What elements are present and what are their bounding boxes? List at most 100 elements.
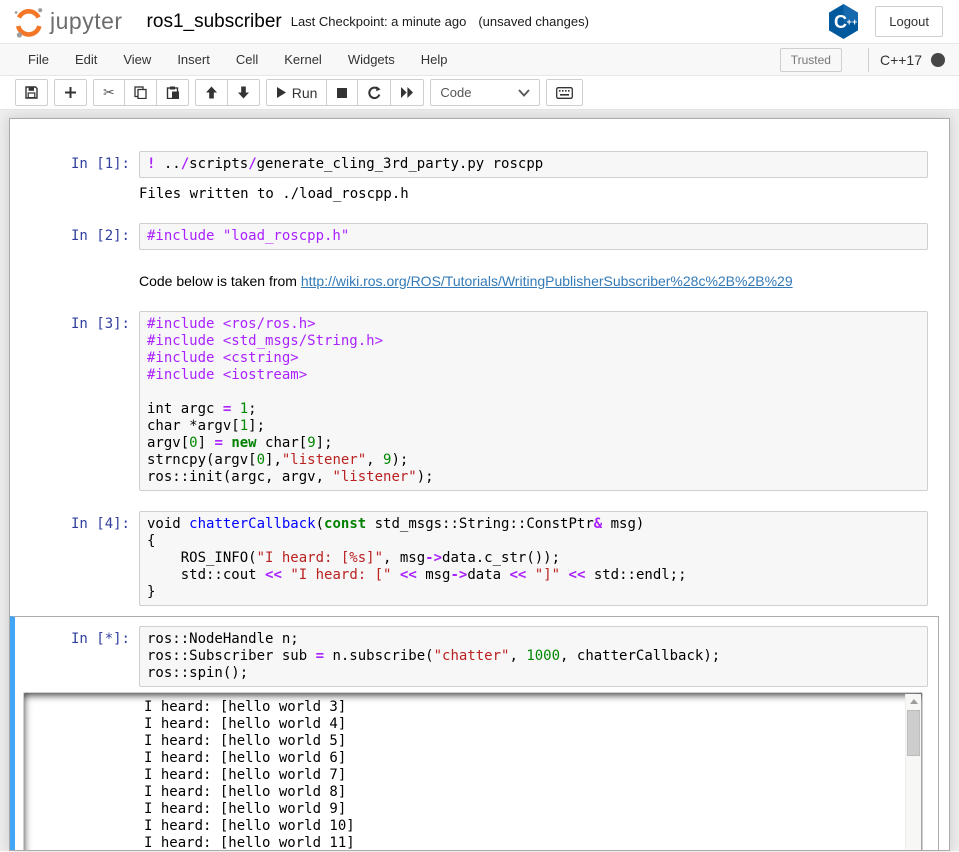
code-token: ); — [391, 452, 408, 468]
paste-icon — [166, 86, 179, 99]
code-token — [391, 567, 399, 583]
code-token: = — [214, 435, 222, 451]
move-cell-up-button[interactable] — [195, 79, 228, 106]
restart-kernel-button[interactable] — [357, 79, 391, 106]
markdown-cell[interactable]: Code below is taken from http://wiki.ros… — [10, 260, 939, 301]
code-token: msg — [417, 567, 451, 583]
code-token: void — [147, 516, 189, 532]
code-token: int argc — [147, 401, 223, 417]
code-token: } — [147, 584, 155, 600]
code-cell[interactable]: In [3]:#include <ros/ros.h> #include <st… — [10, 301, 939, 501]
code-cell[interactable]: In [1]:! ../scripts/generate_cling_3rd_p… — [10, 141, 939, 213]
cell-list: In [1]:! ../scripts/generate_cling_3rd_p… — [10, 141, 949, 851]
code-editor[interactable]: ! ../scripts/generate_cling_3rd_party.py… — [139, 151, 928, 178]
menu-insert[interactable]: Insert — [164, 44, 223, 75]
kernel-name: C++17 — [880, 52, 922, 68]
menu-help[interactable]: Help — [408, 44, 461, 75]
code-token: char *argv[ — [147, 418, 240, 434]
code-editor[interactable]: #include <ros/ros.h> #include <std_msgs/… — [139, 311, 928, 491]
cell-input-row: In [4]:void chatterCallback(const std_ms… — [15, 511, 938, 606]
code-token: #include <cstring> — [147, 350, 299, 366]
markdown-body: Code below is taken from http://wiki.ros… — [139, 270, 793, 291]
kernel-busy-indicator-icon — [931, 53, 945, 67]
code-token: ]; — [316, 435, 333, 451]
code-editor[interactable]: ros::NodeHandle n; ros::Subscriber sub =… — [139, 626, 928, 687]
menu-edit[interactable]: Edit — [62, 44, 110, 75]
code-content: #include "load_roscpp.h" — [147, 228, 923, 245]
code-cell[interactable]: In [2]: #include "load_roscpp.h" — [10, 213, 939, 260]
code-cell[interactable]: In [*]:ros::NodeHandle n; ros::Subscribe… — [10, 616, 939, 851]
kernel-divider — [868, 48, 869, 72]
code-token: scripts — [189, 156, 248, 172]
code-token: , — [509, 648, 526, 664]
menu-view[interactable]: View — [110, 44, 164, 75]
code-token: ]; — [248, 418, 265, 434]
cell-input-row: In [*]:ros::NodeHandle n; ros::Subscribe… — [15, 626, 938, 687]
menu-file[interactable]: File — [15, 44, 62, 75]
code-token: argv[ — [147, 435, 189, 451]
code-token: ], — [265, 452, 282, 468]
code-editor[interactable]: void chatterCallback(const std_msgs::Str… — [139, 511, 928, 606]
cell-input-prompt: In [3]: — [15, 311, 139, 491]
paste-cell-button[interactable] — [156, 79, 189, 106]
save-button[interactable] — [15, 79, 48, 106]
output-scrollbar[interactable] — [905, 694, 921, 851]
code-token: #include <iostream> — [147, 367, 307, 383]
code-token: #include <ros/ros.h> — [147, 316, 316, 332]
menubar: File Edit View Insert Cell Kernel Widget… — [0, 44, 959, 76]
run-cell-button[interactable]: Run — [266, 79, 328, 106]
code-editor[interactable]: #include "load_roscpp.h" — [139, 223, 928, 250]
trusted-badge[interactable]: Trusted — [780, 48, 842, 72]
svg-text:C: C — [834, 12, 847, 32]
code-token: "listener" — [332, 469, 416, 485]
code-content: ros::NodeHandle n; ros::Subscriber sub =… — [147, 631, 923, 682]
cut-cell-button[interactable]: ✂ — [93, 79, 125, 106]
code-token: char[ — [257, 435, 308, 451]
menu-cell[interactable]: Cell — [223, 44, 271, 75]
code-token: "listener" — [282, 452, 366, 468]
output-scroll-area[interactable]: I heard: [hello world 3] I heard: [hello… — [23, 692, 923, 851]
move-cell-down-button[interactable] — [227, 79, 260, 106]
code-token: ros::spin(); — [147, 665, 248, 681]
code-cell[interactable]: In [4]:void chatterCallback(const std_ms… — [10, 501, 939, 616]
chevron-down-icon — [518, 89, 530, 97]
jupyter-logo-icon — [10, 4, 46, 40]
menu-kernel[interactable]: Kernel — [271, 44, 335, 75]
code-token: / — [248, 156, 256, 172]
code-token — [560, 567, 568, 583]
cell-input-prompt: In [2]: — [15, 223, 139, 250]
svg-text:+: + — [847, 17, 852, 27]
cell-type-dropdown[interactable]: Code — [430, 79, 540, 106]
output-prompt-spacer — [15, 186, 139, 203]
menu-widgets[interactable]: Widgets — [335, 44, 408, 75]
copy-icon — [134, 86, 147, 99]
markdown-link[interactable]: http://wiki.ros.org/ROS/Tutorials/Writin… — [301, 273, 793, 289]
checkpoint-status: Last Checkpoint: a minute ago — [291, 14, 467, 29]
interrupt-kernel-button[interactable] — [326, 79, 358, 106]
cell-input-row: In [3]:#include <ros/ros.h> #include <st… — [15, 311, 938, 491]
code-token: { — [147, 533, 155, 549]
jupyter-wordmark: jupyter — [50, 8, 123, 35]
code-content: void chatterCallback(const std_msgs::Str… — [147, 516, 923, 601]
scrollbar-thumb[interactable] — [907, 710, 920, 756]
add-cell-button[interactable] — [54, 79, 87, 106]
scrollbar-up-arrow[interactable] — [906, 694, 921, 709]
restart-run-all-button[interactable] — [390, 79, 424, 106]
code-token: n.subscribe( — [324, 648, 434, 664]
code-token: 0 — [257, 452, 265, 468]
jupyter-logo[interactable]: jupyter — [10, 4, 123, 40]
command-palette-button[interactable] — [546, 79, 583, 106]
cell-input-prompt: In [*]: — [15, 626, 139, 687]
code-token: chatterCallback — [189, 516, 315, 532]
copy-cell-button[interactable] — [124, 79, 157, 106]
cell-type-value: Code — [440, 85, 471, 100]
cell-output-text: Files written to ./load_roscpp.h — [139, 186, 409, 203]
notebook-title[interactable]: ros1_subscriber — [147, 11, 282, 33]
code-token: << — [400, 567, 417, 583]
code-token: #include <std_msgs/String.h> — [147, 333, 383, 349]
logout-button[interactable]: Logout — [875, 6, 943, 37]
code-token: .. — [155, 156, 180, 172]
code-token: = — [316, 648, 324, 664]
code-token: ros::NodeHandle n; — [147, 631, 299, 647]
code-token: , — [366, 452, 383, 468]
